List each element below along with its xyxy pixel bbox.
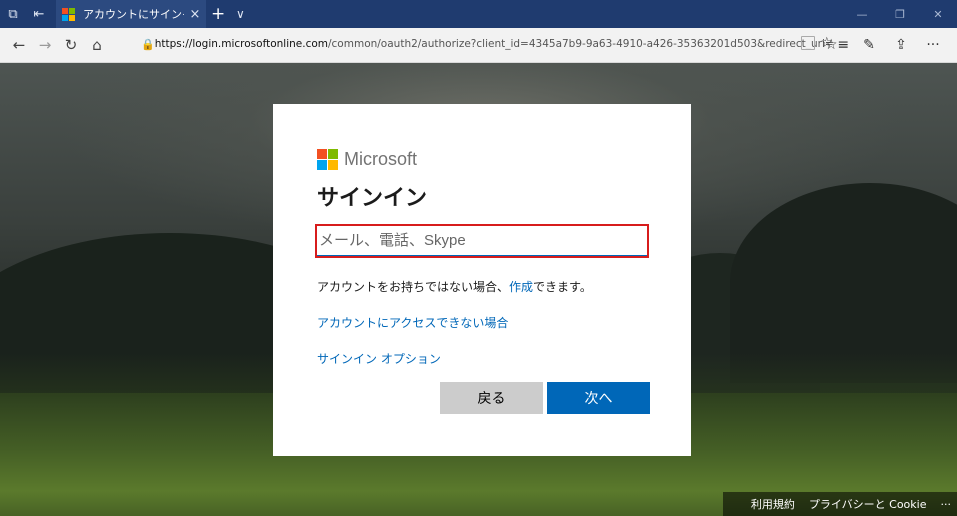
- page-footer: 利用規約 プライバシーと Cookie ···: [722, 492, 957, 516]
- restore-button[interactable]: ❐: [881, 0, 919, 28]
- tab-actions-icon[interactable]: ⧉: [0, 0, 26, 28]
- signin-card: Microsoft サインイン アカウントをお持ちではない場合、作成できます。 …: [273, 104, 691, 456]
- terms-link[interactable]: 利用規約: [751, 496, 795, 512]
- url-host: https://login.microsoftonline.com: [154, 38, 328, 50]
- button-row: 戻る 次へ: [440, 382, 650, 414]
- toolbar-right: ☆≡ ✎ ⇪ ···: [821, 28, 949, 62]
- privacy-cookie-link[interactable]: プライバシーと Cookie: [809, 496, 927, 512]
- tab-close-icon[interactable]: ×: [184, 7, 206, 22]
- notes-pen-icon[interactable]: ✎: [853, 37, 885, 53]
- new-tab-button[interactable]: +: [211, 0, 225, 28]
- browser-tab[interactable]: アカウントにサインイン ×: [56, 0, 206, 28]
- page-title: サインイン: [317, 186, 428, 211]
- tab-title: アカウントにサインイン: [83, 8, 184, 21]
- reading-view-icon[interactable]: [801, 36, 815, 50]
- url-path: /common/oauth2/authorize?client_id=4345a…: [328, 38, 833, 50]
- microsoft-logo-icon: [317, 148, 338, 170]
- microsoft-favicon-icon: [62, 7, 75, 21]
- forward-arrow-icon[interactable]: →: [32, 30, 58, 60]
- tab-list-chevron-icon[interactable]: ∨: [236, 0, 245, 28]
- set-tabs-aside-icon[interactable]: ⇤: [26, 0, 52, 28]
- refresh-icon[interactable]: ↻: [58, 30, 84, 60]
- next-button[interactable]: 次へ: [547, 382, 650, 414]
- home-icon[interactable]: ⌂: [84, 30, 110, 60]
- footer-more-icon[interactable]: ···: [941, 498, 952, 511]
- email-field[interactable]: [315, 224, 649, 258]
- no-account-suffix: できます。: [533, 280, 592, 294]
- no-account-text: アカウントをお持ちではない場合、作成できます。: [317, 278, 647, 295]
- signin-options-link[interactable]: サインイン オプション: [317, 350, 647, 367]
- back-arrow-icon[interactable]: ←: [6, 30, 32, 60]
- window-controls: — ❐ ✕: [843, 0, 957, 28]
- close-window-button[interactable]: ✕: [919, 0, 957, 28]
- favorites-list-icon[interactable]: ☆≡: [821, 37, 853, 53]
- navigation-bar: ← → ↻ ⌂ 🔒 https://login.microsoftonline.…: [0, 28, 957, 63]
- address-bar[interactable]: 🔒 https://login.microsoftonline.com /com…: [141, 32, 833, 56]
- lock-icon: 🔒: [141, 37, 155, 51]
- create-account-link[interactable]: 作成: [509, 280, 533, 294]
- minimize-button[interactable]: —: [843, 0, 881, 28]
- more-options-icon[interactable]: ···: [917, 37, 949, 53]
- no-account-prefix: アカウントをお持ちではない場合、: [317, 280, 510, 294]
- share-icon[interactable]: ⇪: [885, 37, 917, 53]
- microsoft-logo: Microsoft: [317, 148, 647, 170]
- cant-access-account-link[interactable]: アカウントにアクセスできない場合: [317, 314, 647, 331]
- logo-text: Microsoft: [344, 148, 418, 169]
- back-button[interactable]: 戻る: [440, 382, 543, 414]
